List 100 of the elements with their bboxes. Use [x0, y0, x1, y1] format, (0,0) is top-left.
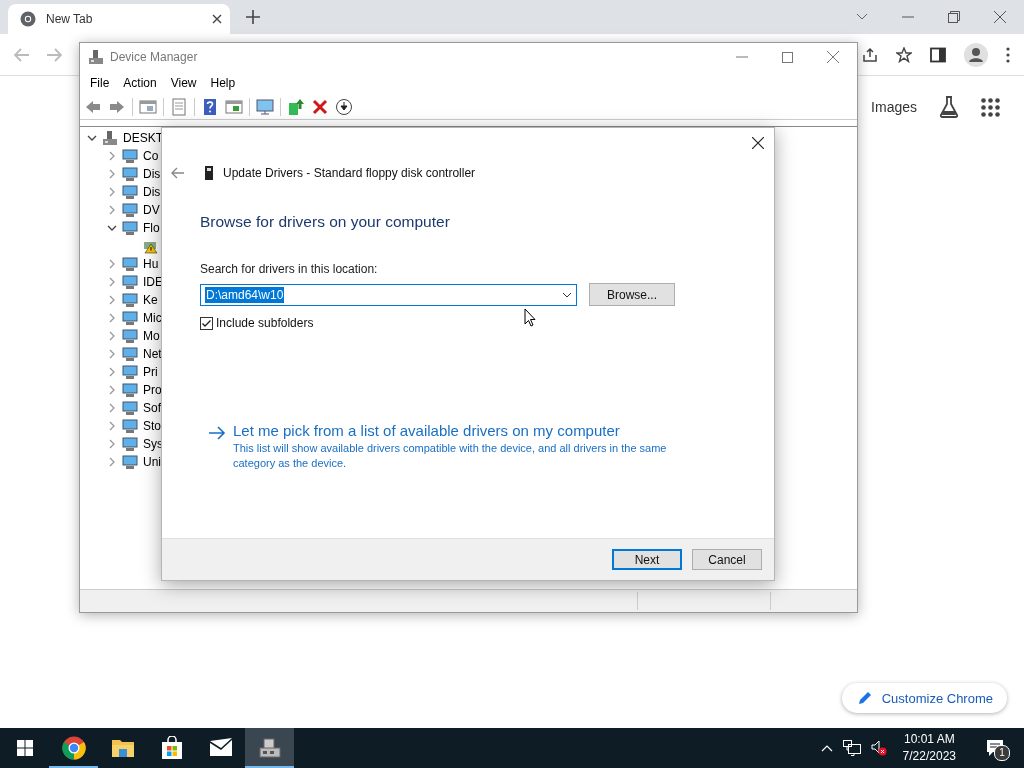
device-icon — [122, 220, 138, 236]
star-icon[interactable] — [896, 46, 912, 63]
chevron-right-icon[interactable] — [107, 421, 117, 431]
computer-tower-icon — [102, 130, 118, 146]
close-icon[interactable] — [212, 14, 222, 24]
tree-item[interactable]: Dis — [143, 185, 161, 199]
tree-item[interactable]: Flo — [143, 221, 160, 235]
device-icon — [122, 292, 138, 308]
menu-item[interactable]: View — [170, 76, 197, 90]
browser-tab[interactable]: New Tab — [8, 4, 230, 34]
device-icon — [122, 364, 138, 380]
windows-logo-icon — [16, 740, 33, 756]
customize-chrome-button[interactable]: Customize Chrome — [841, 683, 1007, 713]
device-icon — [122, 256, 138, 272]
next-button[interactable]: Next — [612, 549, 682, 570]
window-title: Device Manager — [110, 50, 198, 64]
side-panel-icon[interactable] — [930, 46, 946, 63]
chevron-right-icon[interactable] — [107, 277, 117, 287]
restore-icon[interactable] — [948, 11, 960, 23]
notifications-button[interactable]: 1 — [980, 733, 1010, 763]
new-tab-icon[interactable] — [246, 10, 260, 24]
chevron-down-icon[interactable] — [107, 223, 117, 233]
network-icon[interactable] — [842, 740, 861, 756]
device-icon — [122, 310, 138, 326]
chrome-logo-icon — [61, 736, 86, 760]
chevron-right-icon[interactable] — [107, 313, 117, 323]
close-icon[interactable] — [752, 137, 764, 149]
field-label: Search for drivers in this location: — [200, 262, 379, 276]
chevron-right-icon[interactable] — [107, 385, 117, 395]
device-icon — [122, 400, 138, 416]
clock[interactable]: 10:01 AM 7/22/2023 — [896, 731, 962, 765]
profile-avatar-icon[interactable] — [964, 42, 988, 67]
device-icon — [122, 148, 138, 164]
device-icon — [122, 274, 138, 290]
tree-item[interactable]: Hu — [143, 257, 159, 271]
link-description: This list will show available drivers compatible with the device, and all drivers in the same category as the device. — [233, 441, 668, 471]
tree-item[interactable]: Pri — [143, 365, 158, 379]
chevron-right-icon[interactable] — [107, 205, 117, 215]
tree-item[interactable]: Ke — [143, 293, 158, 307]
chevron-right-icon[interactable] — [107, 295, 117, 305]
path-combo-box[interactable]: D:\amd64\w10 — [200, 283, 577, 306]
tree-item[interactable]: Pro — [143, 383, 162, 397]
share-icon[interactable] — [862, 46, 878, 63]
update-driver-icon[interactable] — [287, 98, 305, 116]
monitor-icon[interactable] — [256, 98, 274, 116]
download-circle-icon[interactable] — [335, 98, 353, 116]
chevron-right-icon[interactable] — [107, 439, 117, 449]
device-icon — [122, 328, 138, 344]
pencil-icon — [857, 691, 872, 705]
forward-arrow-icon[interactable] — [108, 98, 126, 116]
chevron-down-icon[interactable] — [562, 291, 572, 298]
delete-icon[interactable] — [311, 98, 329, 116]
images-link[interactable]: Images — [871, 99, 917, 115]
tree-item[interactable]: Sto — [143, 419, 161, 433]
tab-title: New Tab — [46, 12, 94, 26]
tree-item[interactable]: Net — [143, 347, 162, 361]
chevron-right-icon[interactable] — [107, 169, 117, 179]
cancel-button[interactable]: Cancel — [692, 549, 762, 570]
taskbar-app[interactable] — [245, 728, 294, 768]
chevron-right-icon[interactable] — [107, 259, 117, 269]
tree-item[interactable]: Mic — [143, 311, 162, 325]
device-icon — [122, 418, 138, 434]
chevron-down-icon[interactable] — [87, 133, 97, 143]
checkbox[interactable] — [200, 316, 213, 330]
menu-icon[interactable] — [1006, 46, 1010, 63]
tree-item[interactable]: DV — [143, 203, 160, 217]
dialog-heading: Browse for drivers on your computer — [200, 213, 451, 231]
menu-item[interactable]: File — [90, 76, 110, 90]
speaker-muted-icon[interactable] — [870, 740, 887, 756]
chevron-right-icon[interactable] — [107, 331, 117, 341]
tree-item[interactable]: DESKT — [123, 131, 163, 145]
menu-item[interactable]: Action — [123, 76, 157, 90]
tree-item[interactable]: Uni — [143, 455, 161, 469]
panel-window-icon[interactable] — [225, 98, 243, 116]
device-icon — [122, 346, 138, 362]
notification-count: 1 — [994, 745, 1010, 761]
browse-button[interactable]: Browse... — [589, 283, 675, 306]
pick-driver-link[interactable]: Let me pick from a list of available drivers on my computer — [233, 422, 683, 439]
device-icon — [122, 202, 138, 218]
menu-item[interactable]: Help — [210, 76, 236, 90]
help-icon[interactable] — [201, 98, 219, 116]
chevron-up-icon[interactable] — [820, 744, 833, 752]
arrow-right-icon[interactable] — [208, 426, 226, 440]
flask-icon[interactable] — [939, 96, 959, 118]
tree-item[interactable]: Sof — [143, 401, 161, 415]
back-arrow-icon[interactable] — [84, 98, 102, 116]
chevron-right-icon[interactable] — [107, 349, 117, 359]
tree-item[interactable]: Co — [143, 149, 159, 163]
apps-grid-icon[interactable] — [981, 97, 1000, 117]
chevron-right-icon[interactable] — [107, 457, 117, 467]
chevron-right-icon[interactable] — [107, 151, 117, 161]
back-arrow-icon[interactable] — [171, 167, 185, 179]
chevron-right-icon[interactable] — [107, 403, 117, 413]
properties-window-icon[interactable] — [139, 98, 157, 116]
tree-item[interactable]: Dis — [143, 167, 161, 181]
maximize-icon[interactable] — [782, 51, 793, 63]
tree-item[interactable]: Mo — [143, 329, 160, 343]
chevron-right-icon[interactable] — [107, 187, 117, 197]
chevron-right-icon[interactable] — [107, 367, 117, 377]
floppy-controller-icon — [205, 166, 213, 180]
